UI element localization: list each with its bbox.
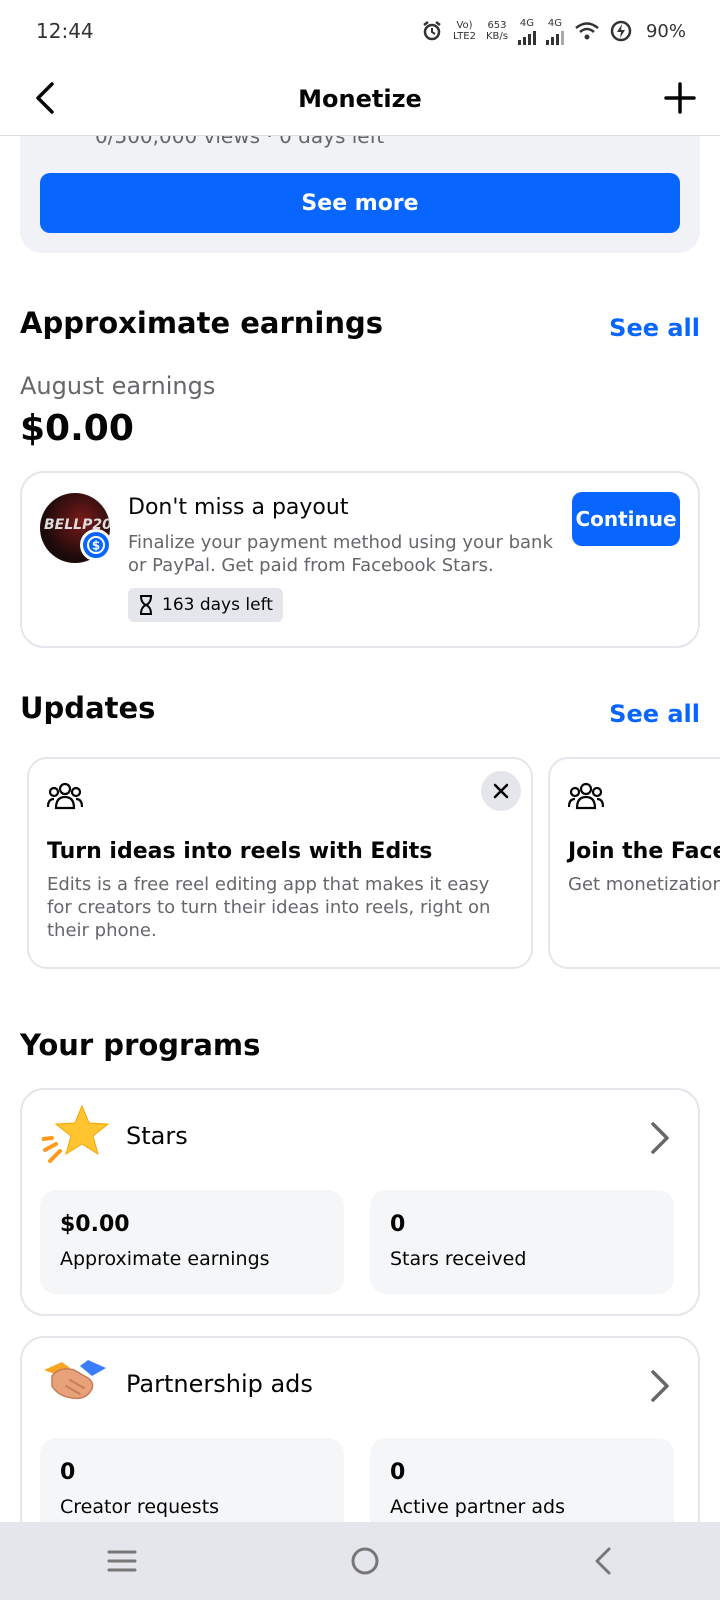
- update-title: Join the Facebook: [568, 839, 720, 864]
- earnings-amount: $0.00: [20, 408, 134, 449]
- payout-title: Don't miss a payout: [128, 495, 349, 520]
- days-left-badge: 163 days left: [128, 588, 283, 622]
- recent-apps-icon[interactable]: [106, 1548, 138, 1574]
- people-group-icon: [47, 782, 83, 810]
- stat-value: 0: [390, 1212, 406, 1237]
- alarm-icon: [423, 21, 441, 41]
- status-bar: 12:44 Vo) LTE2 653 KB/s 4G 4G 90%: [0, 0, 720, 62]
- battery-charging-icon: [610, 20, 632, 42]
- update-description: Get monetization from other creators: [568, 874, 720, 895]
- earnings-see-all-link[interactable]: See all: [609, 314, 700, 342]
- stat-label: Active partner ads: [390, 1496, 565, 1518]
- system-navigation-bar: [0, 1522, 720, 1600]
- system-back-icon[interactable]: [592, 1546, 614, 1576]
- update-description: Edits is a free reel editing app that ma…: [47, 874, 491, 941]
- stat-value: 0: [390, 1460, 406, 1485]
- continue-button[interactable]: Continue: [572, 492, 680, 546]
- update-title: Turn ideas into reels with Edits: [47, 839, 433, 864]
- back-arrow-icon[interactable]: [28, 80, 64, 116]
- stat-value: $0.00: [60, 1212, 130, 1237]
- hourglass-icon: [140, 595, 152, 615]
- network-speed: 653 KB/s: [485, 20, 508, 42]
- status-icons: Vo) LTE2 653 KB/s 4G 4G 90%: [421, 18, 686, 45]
- earnings-period-label: August earnings: [20, 372, 216, 400]
- volte-indicator: Vo) LTE2: [453, 20, 476, 42]
- signal-1: 4G: [517, 18, 536, 45]
- svg-text:$: $: [92, 539, 100, 553]
- stat-label: Approximate earnings: [60, 1248, 270, 1270]
- chevron-right-icon: [651, 1122, 669, 1154]
- signal-2: 4G: [545, 18, 564, 45]
- dismiss-update-button[interactable]: [481, 771, 521, 811]
- close-icon: [493, 783, 509, 799]
- stat-value: 0: [60, 1460, 76, 1485]
- update-card[interactable]: Join the Facebook Get monetization from …: [548, 757, 720, 969]
- update-card[interactable]: Turn ideas into reels with Edits Edits i…: [27, 757, 533, 969]
- program-card-stars[interactable]: Stars $0.00 Approximate earnings 0 Stars…: [20, 1088, 700, 1316]
- stat-label: Creator requests: [60, 1496, 220, 1518]
- star-icon: [42, 1104, 110, 1163]
- updates-see-all-link[interactable]: See all: [609, 700, 700, 728]
- stat-tile: $0.00 Approximate earnings: [40, 1190, 344, 1294]
- stat-tile: 0 Stars received: [370, 1190, 674, 1294]
- people-group-icon: [568, 782, 604, 810]
- program-name: Partnership ads: [126, 1370, 313, 1398]
- updates-section-title: Updates: [20, 691, 156, 725]
- payout-reminder-card: BELLP20 $ Don't miss a payout Finalize y…: [20, 471, 700, 648]
- see-more-button[interactable]: See more: [40, 173, 680, 233]
- wifi-icon: [575, 22, 599, 40]
- programs-section-title: Your programs: [20, 1028, 261, 1062]
- battery-percent: 90%: [645, 20, 686, 42]
- home-icon[interactable]: [350, 1546, 380, 1576]
- app-header: Monetize: [0, 62, 720, 136]
- stat-label: Stars received: [390, 1248, 527, 1270]
- dollar-coin-icon: $: [80, 529, 112, 561]
- status-time: 12:44: [36, 19, 94, 43]
- handshake-icon: [44, 1360, 106, 1400]
- plus-icon[interactable]: [662, 80, 698, 116]
- page-title: Monetize: [298, 84, 422, 113]
- chevron-right-icon: [651, 1370, 669, 1402]
- program-name: Stars: [126, 1122, 188, 1150]
- payout-description: Finalize your payment method using your …: [128, 532, 553, 576]
- earnings-section-title: Approximate earnings: [20, 306, 384, 340]
